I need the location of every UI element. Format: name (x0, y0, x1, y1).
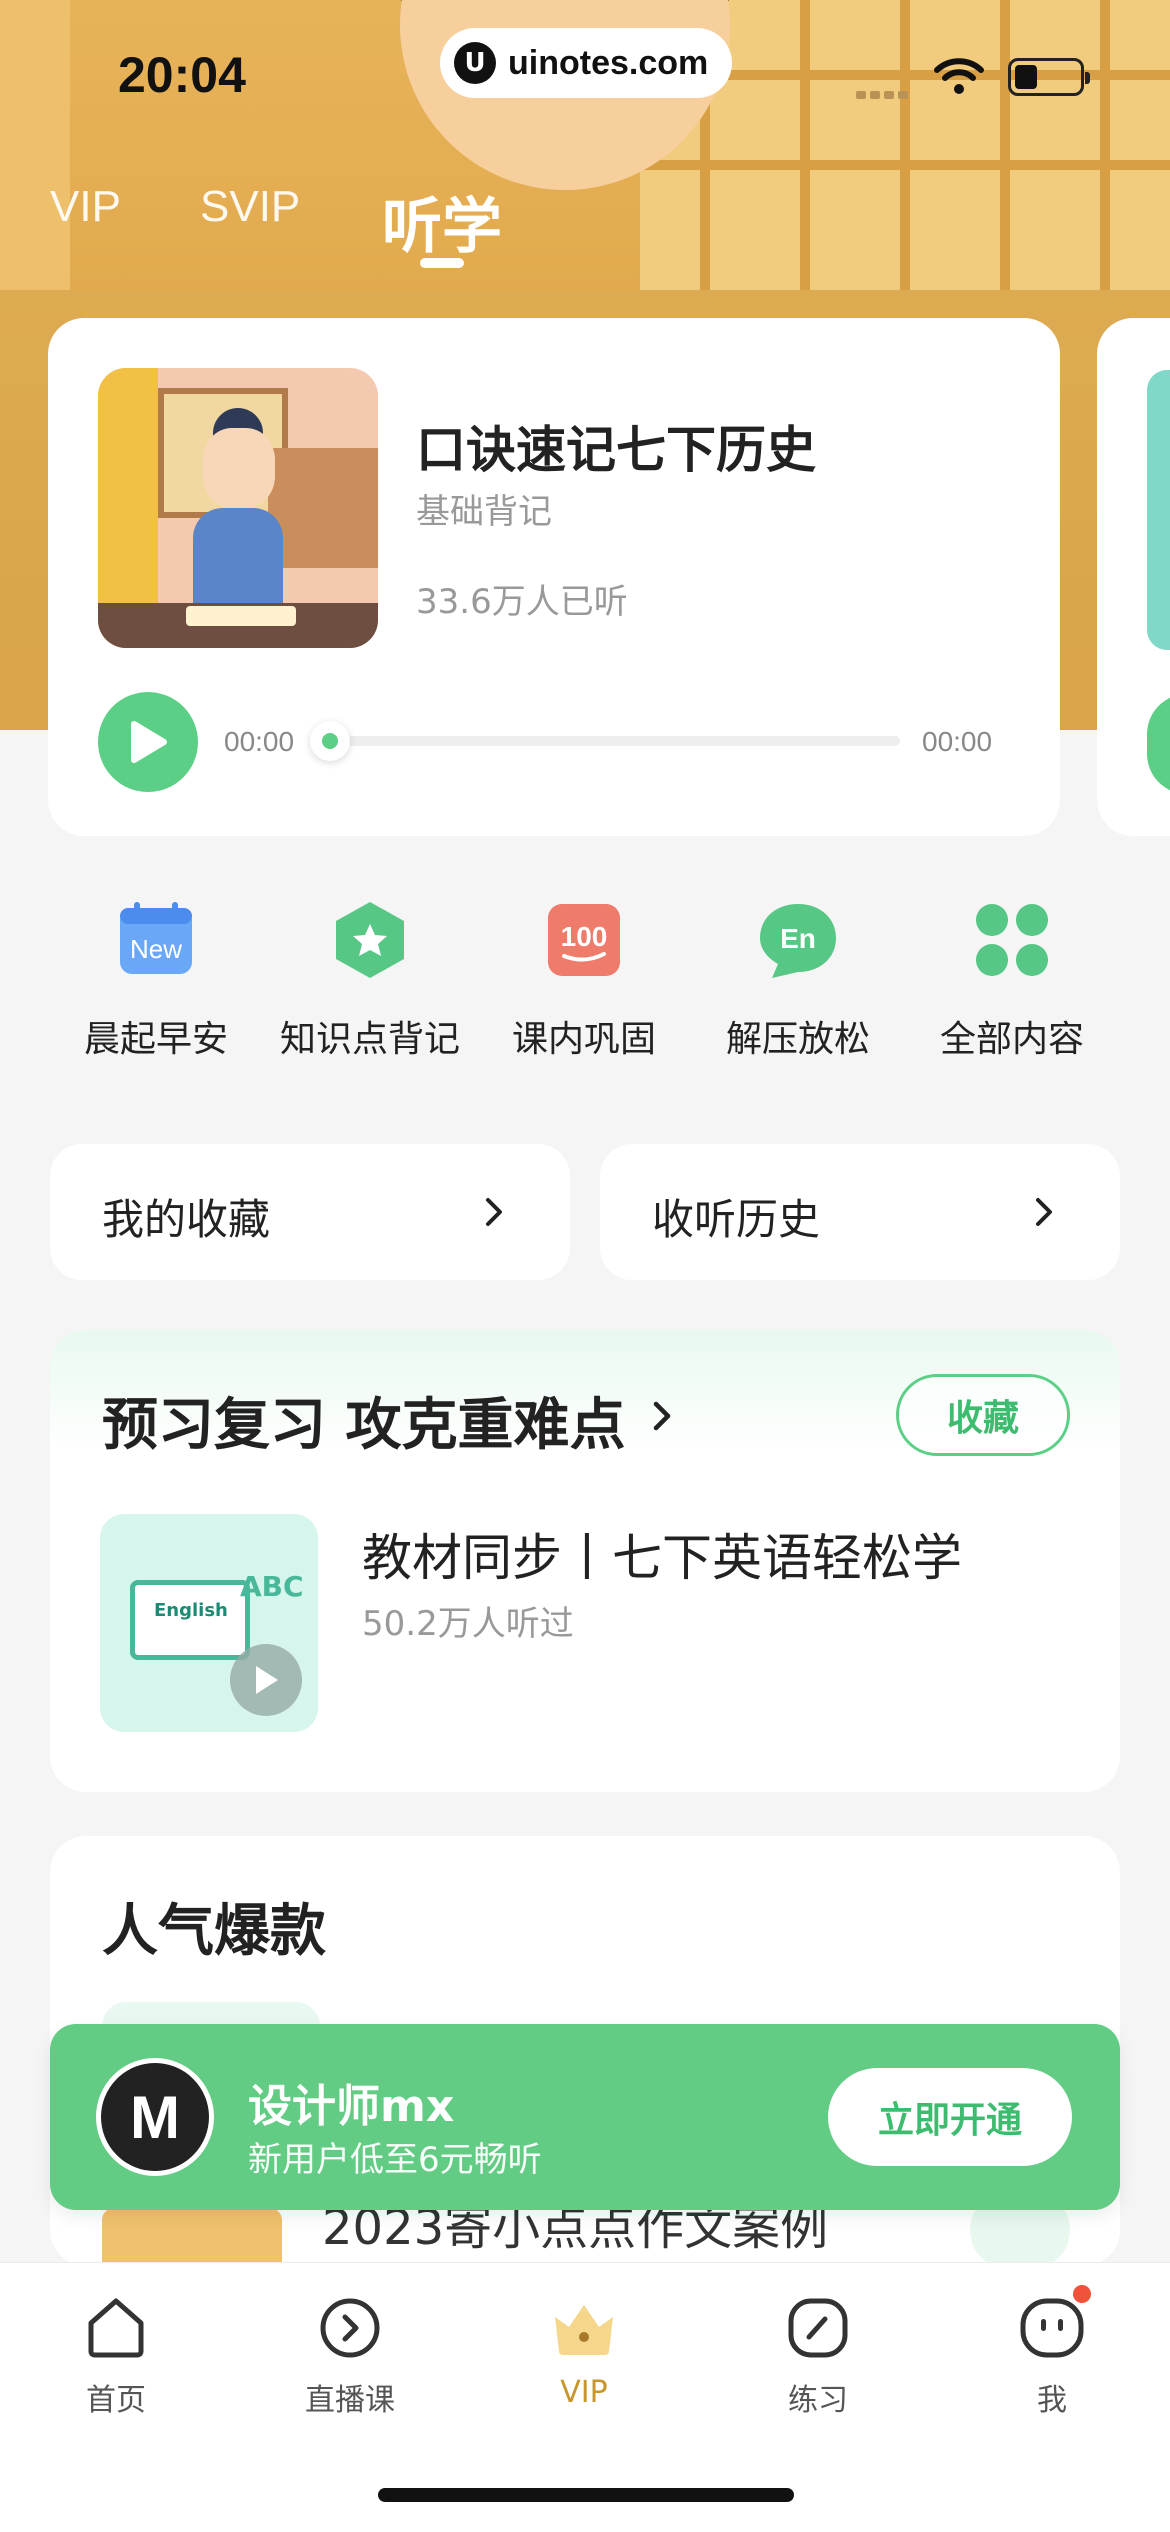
nav-vip[interactable]: VIP (484, 2293, 684, 2410)
pencil-icon (783, 2293, 853, 2363)
course-thumbnail[interactable]: English ABC (100, 1514, 318, 1732)
course-cover-image[interactable] (98, 368, 378, 648)
course-title[interactable]: 教材同步丨七下英语轻松学 (362, 1518, 962, 1590)
category-label: 课内巩固 (511, 1019, 656, 1060)
tab-listen-learn[interactable]: 听学 (382, 178, 502, 265)
promo-description: 新用户低至6元畅听 (248, 2140, 542, 2180)
face-icon (1017, 2285, 1091, 2363)
tab-svip[interactable]: SVIP (200, 182, 300, 232)
category-morning[interactable]: New 晨起早安 (56, 900, 256, 1062)
listening-history-link[interactable]: 收听历史 (600, 1144, 1120, 1280)
english-bubble-icon: En (758, 900, 838, 980)
category-knowledge[interactable]: 知识点背记 (270, 900, 470, 1062)
battery-icon (1008, 58, 1090, 96)
collect-button[interactable]: 收藏 (896, 1374, 1070, 1456)
star-hexagon-icon (330, 900, 410, 980)
listener-count: 50.2万人听过 (362, 1604, 574, 1644)
svg-text:En: En (780, 923, 816, 954)
course-title: 口诀速记七下历史 (416, 421, 816, 479)
svg-text:100: 100 (561, 921, 608, 952)
play-icon (131, 721, 167, 763)
status-time: 20:04 (118, 47, 246, 103)
progress-knob[interactable] (310, 721, 350, 761)
cellular-signal-icon (856, 84, 912, 99)
section-heading[interactable]: 预习复习 攻克重难点 (102, 1380, 626, 1461)
category-consolidate[interactable]: 100 课内巩固 (484, 900, 684, 1062)
current-time: 00:00 (224, 726, 295, 757)
favorites-label: 我的收藏 (102, 1195, 271, 1244)
svg-text:New: New (130, 934, 182, 964)
uinotes-logo-icon: U (454, 42, 496, 84)
section-heading: 人气爆款 (102, 1899, 326, 1964)
next-card-peek[interactable] (1097, 318, 1170, 836)
my-favorites-link[interactable]: 我的收藏 (50, 1144, 570, 1280)
nav-practice[interactable]: 练习 (718, 2293, 918, 2419)
preview-review-section: 预习复习 攻克重难点 收藏 English ABC 教材同步丨七下英语轻松学 5… (50, 1330, 1120, 1792)
chevron-right-icon (1036, 1198, 1052, 1226)
progress-track[interactable] (330, 736, 900, 746)
course-thumbnail[interactable] (102, 2208, 282, 2266)
nav-home[interactable]: 首页 (16, 2293, 216, 2419)
new-calendar-icon: New (116, 900, 196, 980)
wifi-icon (934, 58, 984, 94)
live-play-icon (315, 2293, 385, 2363)
category-all[interactable]: 全部内容 (912, 900, 1112, 1062)
user-name: 设计师mx (248, 2081, 455, 2132)
vip-promo-banner[interactable]: M 设计师mx 新用户低至6元畅听 立即开通 (50, 2024, 1120, 2210)
home-icon (81, 2293, 151, 2363)
nav-label: 我 (1037, 2383, 1067, 2418)
play-icon (230, 1644, 302, 1716)
url-pill: U uinotes.com (440, 28, 732, 98)
nav-label: 直播课 (305, 2383, 395, 2418)
play-button[interactable] (98, 692, 198, 792)
category-label: 晨起早安 (83, 1019, 228, 1060)
url-text: uinotes.com (508, 43, 709, 82)
crown-icon (549, 2293, 619, 2363)
notification-dot (1073, 2285, 1091, 2303)
category-label: 解压放松 (725, 1019, 870, 1060)
tab-vip[interactable]: VIP (50, 182, 121, 232)
grid-icon (972, 900, 1052, 980)
home-indicator (378, 2488, 794, 2502)
category-label: 全部内容 (939, 1019, 1084, 1060)
course-subtitle: 基础背记 (416, 492, 552, 532)
score-100-icon: 100 (544, 900, 624, 980)
history-label: 收听历史 (652, 1195, 821, 1244)
nav-label: 练习 (788, 2383, 848, 2418)
category-label: 知识点背记 (279, 1019, 460, 1060)
chevron-right-icon[interactable] (648, 1394, 678, 1438)
avatar: M (96, 2058, 214, 2176)
nav-label: 首页 (86, 2383, 146, 2418)
listener-count: 33.6万人已听 (416, 582, 628, 622)
audio-player-card[interactable]: 口诀速记七下历史 基础背记 33.6万人已听 00:00 00:00 (48, 318, 1060, 836)
category-relax[interactable]: En 解压放松 (698, 900, 898, 1062)
active-tab-indicator (420, 258, 464, 268)
open-vip-button[interactable]: 立即开通 (828, 2068, 1072, 2166)
nav-live[interactable]: 直播课 (250, 2293, 450, 2419)
nav-me[interactable]: 我 (952, 2285, 1152, 2419)
nav-label: VIP (560, 2375, 608, 2410)
total-time: 00:00 (922, 726, 993, 757)
chevron-right-icon (486, 1198, 502, 1226)
